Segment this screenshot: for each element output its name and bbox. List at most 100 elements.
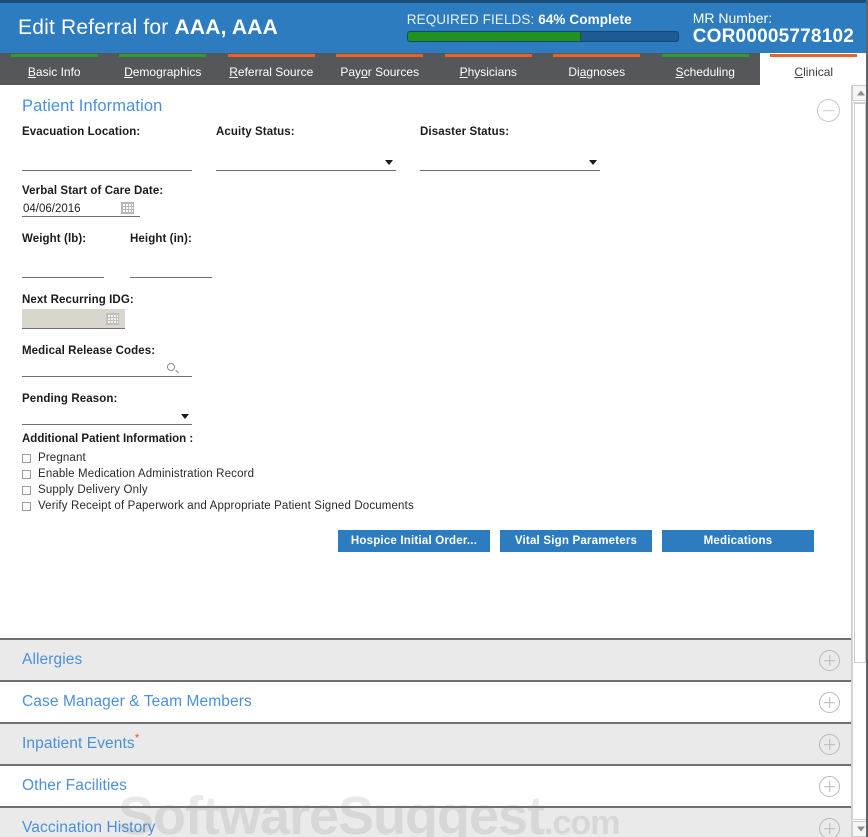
tab-demographics[interactable]: Demographics bbox=[109, 53, 218, 85]
field-medical-release-codes: Medical Release Codes: bbox=[22, 345, 192, 377]
circle-plus-icon[interactable] bbox=[819, 734, 840, 755]
accordion-case-manager-team-members[interactable]: Case Manager & Team Members bbox=[0, 682, 868, 724]
calendar-icon bbox=[106, 313, 119, 325]
acuity-status-select[interactable] bbox=[216, 154, 396, 171]
accordion-label-text: Inpatient Events bbox=[22, 735, 135, 752]
tab-bar: Basic Info Demographics Referral Source Pay… bbox=[0, 53, 868, 85]
tab-label: Physicians bbox=[460, 60, 517, 79]
tab-basic-info[interactable]: Basic Info bbox=[0, 53, 109, 85]
checkbox-row[interactable]: Verify Receipt of Paperwork and Appropri… bbox=[22, 500, 850, 512]
panel-button-row: Hospice Initial Order... Vital Sign Param… bbox=[22, 530, 850, 552]
next-recurring-idg-label: Next Recurring IDG: bbox=[22, 294, 125, 306]
form-row-1: Evacuation Location: Acuity Status: Disa… bbox=[22, 126, 850, 171]
pending-reason-label: Pending Reason: bbox=[22, 393, 192, 405]
height-input[interactable] bbox=[130, 261, 212, 278]
checkbox-label: Pregnant bbox=[38, 452, 86, 464]
form-row-3: Weight (lb): Height (in): bbox=[22, 233, 850, 278]
form-row-5: Medical Release Codes: bbox=[22, 345, 850, 377]
tab-scheduling[interactable]: Scheduling bbox=[651, 53, 760, 85]
mr-number-block: MR Number: COR00005778102 bbox=[693, 8, 854, 49]
checkbox-enable-medication-administration-record[interactable] bbox=[22, 470, 31, 479]
tab-label: Demographics bbox=[124, 60, 201, 79]
tab-diagnoses[interactable]: Diagnoses bbox=[543, 53, 652, 85]
content-area: Patient Information Evacuation Location:… bbox=[0, 85, 868, 837]
evacuation-location-label: Evacuation Location: bbox=[22, 126, 192, 138]
field-weight: Weight (lb): bbox=[22, 233, 104, 278]
checkbox-row[interactable]: Pregnant bbox=[22, 452, 850, 464]
additional-patient-information-checkbox-list: Pregnant Enable Medication Administration… bbox=[22, 452, 850, 512]
vital-sign-parameters-button[interactable]: Vital Sign Parameters bbox=[500, 530, 652, 552]
acuity-status-label: Acuity Status: bbox=[216, 126, 396, 138]
circle-minus-icon[interactable] bbox=[817, 99, 840, 122]
field-pending-reason: Pending Reason: bbox=[22, 393, 192, 425]
tab-status-indicator bbox=[770, 54, 857, 57]
field-height: Height (in): bbox=[130, 233, 212, 278]
checkbox-pregnant[interactable] bbox=[22, 454, 31, 463]
checkbox-label: Enable Medication Administration Record bbox=[38, 468, 254, 480]
mr-number-label: MR Number: bbox=[693, 10, 854, 27]
verbal-start-of-care-date-label: Verbal Start of Care Date: bbox=[22, 185, 140, 197]
medications-button[interactable]: Medications bbox=[662, 530, 814, 552]
checkbox-verify-receipt-of-paperwork-and-appropriate-patient-signed-documents[interactable] bbox=[22, 502, 31, 511]
accordion-label: Case Manager & Team Members bbox=[22, 693, 252, 711]
accordion-other-facilities[interactable]: Other Facilities bbox=[0, 766, 868, 808]
circle-plus-icon[interactable] bbox=[819, 776, 840, 797]
disaster-status-select[interactable] bbox=[420, 154, 600, 171]
tab-status-indicator bbox=[662, 54, 749, 57]
accordion-inpatient-events[interactable]: Inpatient Events* bbox=[0, 724, 868, 766]
percent-complete-value: 64% Complete bbox=[538, 12, 631, 27]
tab-label: Referral Source bbox=[229, 60, 313, 79]
accordion-label: Inpatient Events* bbox=[22, 735, 140, 753]
pending-reason-select[interactable] bbox=[22, 408, 192, 425]
medical-release-codes-label: Medical Release Codes: bbox=[22, 345, 192, 357]
checkbox-label: Verify Receipt of Paperwork and Appropri… bbox=[38, 500, 414, 512]
verbal-start-of-care-date-input[interactable]: 04/06/2016 bbox=[22, 200, 140, 217]
tab-status-indicator bbox=[11, 54, 98, 57]
additional-patient-information-label: Additional Patient Information : bbox=[22, 433, 850, 445]
page-title: Edit Referral for AAA, AAA bbox=[18, 16, 278, 40]
accordion-label-text: Case Manager & Team Members bbox=[22, 693, 252, 710]
page-header: Edit Referral for AAA, AAA REQUIRED FIEL… bbox=[0, 0, 868, 53]
form-row-4: Next Recurring IDG: bbox=[22, 294, 850, 329]
evacuation-location-input[interactable] bbox=[22, 154, 192, 171]
required-fields-label: REQUIRED FIELDS: 64% Complete bbox=[407, 12, 679, 27]
progress-track bbox=[407, 31, 679, 42]
triangle-down-icon bbox=[857, 827, 865, 832]
accordion-label: Vaccination History bbox=[22, 819, 155, 837]
triangle-up-icon bbox=[857, 91, 865, 96]
tab-label: Scheduling bbox=[676, 60, 735, 79]
accordion-label-text: Vaccination History bbox=[22, 819, 155, 836]
page-title-patient: AAA, AAA bbox=[175, 16, 278, 39]
field-acuity-status: Acuity Status: bbox=[216, 126, 396, 171]
tab-status-indicator bbox=[336, 54, 423, 57]
accordion-vaccination-history[interactable]: Vaccination History bbox=[0, 808, 868, 837]
tab-clinical[interactable]: Clinical bbox=[760, 53, 868, 85]
form-row-2: Verbal Start of Care Date: 04/06/2016 bbox=[22, 185, 850, 217]
mr-number-value: COR00005778102 bbox=[693, 26, 854, 48]
circle-plus-icon[interactable] bbox=[819, 692, 840, 713]
tab-physicians[interactable]: Physicians bbox=[434, 53, 543, 85]
circle-plus-icon[interactable] bbox=[819, 818, 840, 837]
tab-payor-sources[interactable]: Payor Sources bbox=[326, 53, 435, 85]
accordion-label-text: Other Facilities bbox=[22, 777, 127, 794]
checkbox-row[interactable]: Enable Medication Administration Record bbox=[22, 468, 850, 480]
medical-release-codes-input[interactable] bbox=[22, 360, 192, 377]
application-window: Edit Referral for AAA, AAA REQUIRED FIEL… bbox=[0, 0, 868, 837]
accordion-allergies[interactable]: Allergies bbox=[0, 640, 868, 682]
form-row-6: Pending Reason: bbox=[22, 393, 850, 425]
verbal-start-of-care-date-value: 04/06/2016 bbox=[23, 203, 81, 215]
chevron-down-icon bbox=[589, 160, 597, 165]
hospice-initial-order-button[interactable]: Hospice Initial Order... bbox=[338, 530, 490, 552]
checkbox-row[interactable]: Supply Delivery Only bbox=[22, 484, 850, 496]
chevron-down-icon bbox=[181, 414, 189, 419]
search-icon[interactable] bbox=[167, 363, 178, 374]
scrollbar-thumb[interactable] bbox=[854, 103, 866, 663]
tab-label: Basic Info bbox=[28, 60, 81, 79]
height-label: Height (in): bbox=[130, 233, 212, 245]
weight-input[interactable] bbox=[22, 261, 104, 278]
circle-plus-icon[interactable] bbox=[819, 650, 840, 671]
calendar-icon[interactable] bbox=[121, 202, 134, 214]
checkbox-supply-delivery-only[interactable] bbox=[22, 486, 31, 495]
field-disaster-status: Disaster Status: bbox=[420, 126, 600, 171]
tab-referral-source[interactable]: Referral Source bbox=[217, 53, 326, 85]
